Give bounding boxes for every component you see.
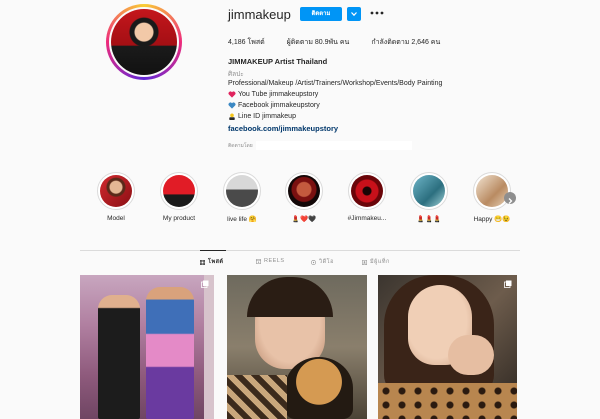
follow-button[interactable]: ติดตาม [300, 7, 342, 21]
highlight-label: My product [162, 215, 196, 222]
bio-link[interactable]: facebook.com/jimmakeupstory [228, 124, 338, 133]
reels-icon [256, 258, 261, 264]
bio-facebook: Facebook jimmakeupstory [238, 102, 320, 109]
highlight-item[interactable]: live life 🤗 [222, 172, 262, 223]
blue-heart-icon [228, 102, 236, 109]
highlight-item[interactable]: 💄💄💄 [409, 172, 449, 223]
post-figure-right [146, 287, 194, 419]
following-count[interactable]: กำลังติดตาม 2,646 คน [371, 37, 440, 48]
tab-label: วิดีโอ [319, 259, 334, 265]
highlight-cover [351, 175, 383, 207]
highlight-item[interactable]: 💄❤️🖤 [284, 172, 324, 223]
highlight-cover [100, 175, 132, 207]
post-tile[interactable] [80, 275, 214, 419]
chevron-right-icon [508, 198, 513, 204]
highlight-item[interactable]: #Jimmakeu... [347, 172, 387, 222]
highlight-cover [163, 175, 195, 207]
followers-count[interactable]: ผู้ติดตาม 80.9พัน คน [287, 37, 350, 48]
tab-tagged[interactable]: มีผู้แท็ก [362, 258, 390, 266]
active-tab-indicator [200, 250, 226, 251]
tab-posts[interactable]: โพสต์ [200, 258, 224, 266]
bio-line: Line ID jimmakeup [228, 113, 296, 120]
highlight-label: live life 🤗 [227, 216, 257, 223]
highlight-item[interactable]: My product [159, 172, 199, 222]
profile-page: jimmakeup ติดตาม 4,186 โพสต์ ผู้ติดตาม 8… [0, 0, 600, 419]
tab-label: มีผู้แท็ก [370, 259, 390, 265]
post-hand [448, 335, 494, 375]
followed-by-label: ติดตามโดย [228, 143, 253, 149]
bio-name: JIMMAKEUP Artist Thailand [228, 57, 328, 66]
highlight-cover [226, 175, 258, 207]
person-icon [229, 113, 235, 120]
tab-label: โพสต์ [208, 259, 224, 265]
highlights-next-button[interactable] [504, 192, 516, 204]
bio-category: ศิลปะ [228, 71, 244, 78]
chevron-down-icon [351, 12, 357, 17]
post-leopard-top [378, 383, 517, 419]
tagged-icon [362, 259, 367, 265]
profile-stats: 4,186 โพสต์ ผู้ติดตาม 80.9พัน คน กำลังติ… [228, 37, 440, 48]
highlight-label: #Jimmakeu... [347, 215, 387, 222]
highlight-cover [413, 175, 445, 207]
post-accent-strip [204, 275, 214, 419]
carousel-icon [504, 280, 512, 288]
profile-username: jimmakeup [228, 7, 291, 22]
suggested-accounts-button[interactable] [347, 7, 361, 21]
tabs-divider [80, 250, 520, 251]
highlight-label: 💄❤️🖤 [291, 216, 317, 223]
post-tile[interactable] [378, 275, 517, 419]
more-options-icon[interactable] [370, 9, 384, 17]
tab-videos[interactable]: วิดีโอ [311, 258, 334, 266]
red-heart-icon [228, 91, 236, 98]
carousel-icon [201, 280, 209, 288]
highlight-label: Model [107, 215, 125, 222]
post-tile[interactable] [227, 275, 367, 419]
avatar-photo [111, 9, 177, 75]
tab-reels[interactable]: REELS [256, 258, 285, 264]
profile-avatar[interactable] [106, 4, 182, 80]
highlight-item[interactable]: Model [96, 172, 136, 222]
post-figure-left [98, 295, 140, 419]
bio-line: You Tube jimmakeupstory [228, 91, 318, 98]
tab-label: REELS [264, 258, 285, 264]
bio-youtube: You Tube jimmakeupstory [238, 91, 319, 98]
bio-line: Facebook jimmakeupstory [228, 102, 320, 109]
highlight-label: 💄💄💄 [416, 216, 442, 223]
grid-icon [200, 259, 205, 265]
highlight-cover [288, 175, 320, 207]
post-sweater [227, 375, 287, 419]
bio-line: Professional/Makeup /Artist/Trainers/Wor… [228, 80, 442, 87]
video-icon [311, 259, 316, 265]
bio-line-id: Line ID jimmakeup [238, 113, 296, 120]
followed-by-redacted [256, 141, 412, 150]
posts-count: 4,186 โพสต์ [228, 39, 265, 46]
highlight-label: Happy 😁😉 [473, 216, 511, 223]
post-dog [285, 357, 353, 419]
bio-text: Professional/Makeup /Artist/Trainers/Wor… [228, 80, 443, 87]
